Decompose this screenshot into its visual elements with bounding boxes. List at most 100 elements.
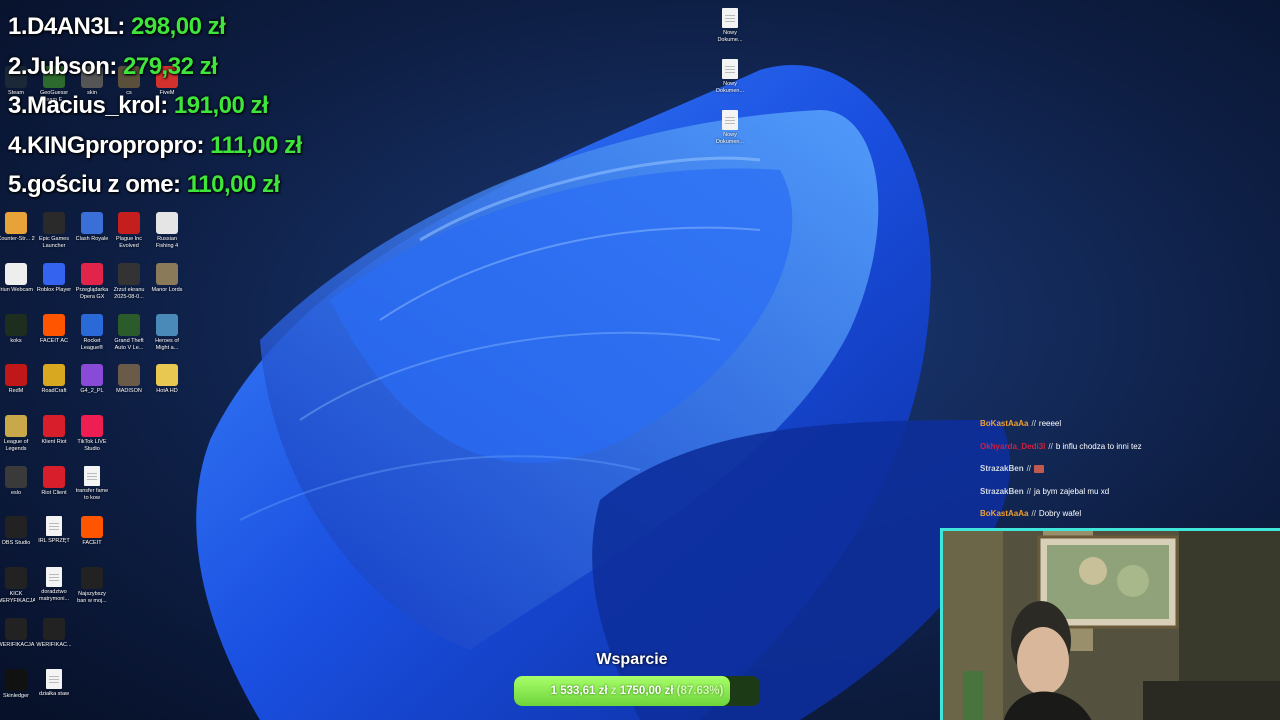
- desktop-icon[interactable]: Nowy Dokumen...: [711, 59, 749, 109]
- chat-text: reeeel: [1038, 419, 1062, 428]
- chat-username: StrazakBen: [980, 486, 1024, 496]
- desktop-icon[interactable]: Skinledger: [0, 669, 35, 719]
- desktop-icon[interactable]: Russian Fishing 4: [148, 212, 186, 262]
- leaderboard-rank: 1.: [8, 13, 28, 40]
- desktop-icon-label: RoadCraft: [41, 388, 67, 394]
- desktop-icon[interactable]: Iriun Webcam: [0, 263, 35, 313]
- desktop-icon[interactable]: RedM: [0, 364, 35, 414]
- desktop-icon-label: Roblox Player: [36, 287, 72, 293]
- desktop-icon-label: Counter-Str... 2: [0, 236, 35, 242]
- desktop-icon-label: eslo: [10, 490, 22, 496]
- desktop-icon-label: Klient Riot: [41, 439, 67, 445]
- desktop-icon[interactable]: Nowy Dokumen...: [711, 110, 749, 160]
- leaderboard-amount: 298,00 zł: [131, 13, 226, 40]
- desktop-icon-label: Skinledger: [3, 693, 29, 699]
- desktop-icon[interactable]: Przeglądarka Opera GX: [73, 263, 111, 313]
- desktop-icon[interactable]: Nowy Dokume...: [711, 8, 749, 58]
- leaderboard-amount: 111,00 zł: [210, 131, 302, 159]
- desktop-icon[interactable]: IRL SPRZĘT: [35, 516, 73, 566]
- desktop-icon[interactable]: Heroes of Might a...: [148, 314, 186, 364]
- desktop-icon[interactable]: działka staw: [35, 669, 73, 719]
- donation-leaderboard: 1.D4AN3L: 298,00 zł 2.Jubson: 279,32 zł 3.…: [8, 8, 408, 206]
- desktop-icon[interactable]: doradztwo matrymoni...: [35, 567, 73, 617]
- desktop-icon[interactable]: Roblox Player: [35, 263, 73, 313]
- desktop-icon-label: IRL SPRZĘT: [38, 538, 70, 544]
- desktop-icon[interactable]: eslo: [0, 466, 35, 516]
- chat-text: Dobry wafel: [1038, 509, 1082, 518]
- chat-separator-icon: //: [1031, 509, 1036, 518]
- screenshot-icon: [5, 567, 27, 589]
- text-document-icon: [722, 59, 738, 79]
- chat-username: Okhyarda_Dedi3l: [980, 441, 1046, 451]
- desktop-icon-label: działka staw: [39, 691, 69, 697]
- desktop-icon[interactable]: Grand Theft Auto V Le...: [110, 314, 148, 364]
- chat-username: BoKastAaAa: [980, 419, 1029, 428]
- desktop-icon[interactable]: WERIFIKACJA: [0, 618, 35, 668]
- clash-royale-icon: [81, 212, 103, 234]
- desktop-icon[interactable]: Clash Royale: [73, 212, 111, 262]
- desktop-icon[interactable]: G4_2_PL: [73, 364, 111, 414]
- stream-chat: BoKastAaAa//reeeel Okhyarda_Dedi3l//b inf…: [976, 416, 1276, 529]
- desktop-icon-label: transfer fame to kow: [75, 488, 109, 501]
- desktop-icon[interactable]: Rocket League®: [73, 314, 111, 364]
- iriun-webcam-icon: [5, 263, 27, 285]
- desktop-icon[interactable]: WERIFIKAC...: [35, 618, 73, 668]
- koks-icon: [5, 314, 27, 336]
- desktop-icon[interactable]: Najszybszy ban w moj...: [73, 567, 111, 617]
- desktop-icon[interactable]: MADISON: [110, 364, 148, 414]
- webcam-image: [943, 531, 1280, 720]
- desktop-icon[interactable]: OBS Studio: [0, 516, 35, 566]
- leaderboard-rank: 3.: [8, 92, 28, 119]
- donation-goal-text: 1 533,61 zł z 1750,00 zł (87.63%): [514, 676, 760, 706]
- leaderboard-name: gościu z ome:: [27, 171, 181, 198]
- document-icon: [46, 516, 62, 536]
- desktop-icon[interactable]: RoadCraft: [35, 364, 73, 414]
- desktop-icon[interactable]: HotA HD: [148, 364, 186, 414]
- desktop-icon[interactable]: FACEIT AC: [35, 314, 73, 364]
- leaderboard-amount: 279,32 zł: [123, 52, 218, 80]
- desktop-icon[interactable]: League of Legends: [0, 415, 35, 465]
- screenshot-icon: [118, 263, 140, 285]
- chat-message: StrazakBen//ja bym zajebal mu xd: [976, 484, 1276, 507]
- desktop-icon[interactable]: Klient Riot: [35, 415, 73, 465]
- desktop-icon[interactable]: KICK WERYFIKACJA: [0, 567, 35, 617]
- desktop-icon[interactable]: Manor Lords: [148, 263, 186, 313]
- desktop-icon-label: Manor Lords: [151, 287, 183, 293]
- heroes-icon: [156, 314, 178, 336]
- desktop-icon-label: Najszybszy ban w moj...: [77, 591, 107, 604]
- chat-message: Okhyarda_Dedi3l//b influ chodza to inni …: [976, 439, 1276, 462]
- chat-message: StrazakBen//: [976, 461, 1276, 484]
- rocket-league-icon: [81, 314, 103, 336]
- redm-icon: [5, 364, 27, 386]
- desktop-icon[interactable]: Riot Client: [35, 466, 73, 516]
- desktop-icon[interactable]: FACEIT: [73, 516, 111, 566]
- desktop-icon[interactable]: Counter-Str... 2: [0, 212, 35, 262]
- desktop-icon-label: Heroes of Might a...: [155, 338, 179, 351]
- donation-goal-target: 1750,00 zł: [619, 685, 674, 697]
- opera-gx-icon: [81, 263, 103, 285]
- leaderboard-row: 2.Jubson: 279,32 zł: [8, 48, 408, 88]
- russian-fishing-icon: [156, 212, 178, 234]
- leaderboard-row: 3.Macius_krol: 191,00 zł: [8, 87, 408, 127]
- file-icon: [46, 669, 62, 689]
- desktop-icon[interactable]: Plague Inc Evolved: [110, 212, 148, 262]
- desktop-icon[interactable]: koks: [0, 314, 35, 364]
- desktop-icon-label: Clash Royale: [75, 236, 109, 242]
- roadcraft-icon: [43, 364, 65, 386]
- leaderboard-rank: 5.: [8, 171, 28, 198]
- text-document-icon: [722, 110, 738, 130]
- desktop-icon[interactable]: transfer fame to kow: [73, 466, 111, 516]
- desktop-icon[interactable]: Zrzut ekranu 2025-08-0...: [110, 263, 148, 313]
- desktop-icon-label: Riot Client: [41, 490, 67, 496]
- counter-strike-icon: [5, 212, 27, 234]
- desktop-icon-label: Nowy Dokume...: [717, 30, 743, 43]
- chat-message: BoKastAaAa//reeeel: [976, 416, 1276, 439]
- desktop-icon-label: G4_2_PL: [80, 388, 104, 394]
- donation-goal-title: Wsparcie: [596, 651, 668, 668]
- desktop-icon-label: Iriun Webcam: [0, 287, 33, 293]
- desktop-icon[interactable]: TikTok LIVE Studio: [73, 415, 111, 465]
- desktop-icon[interactable]: Epic Games Launcher: [35, 212, 73, 262]
- webcam-feed: [940, 528, 1280, 720]
- desktop-icon-label: Russian Fishing 4: [155, 236, 179, 249]
- leaderboard-rank: 2.: [8, 52, 28, 80]
